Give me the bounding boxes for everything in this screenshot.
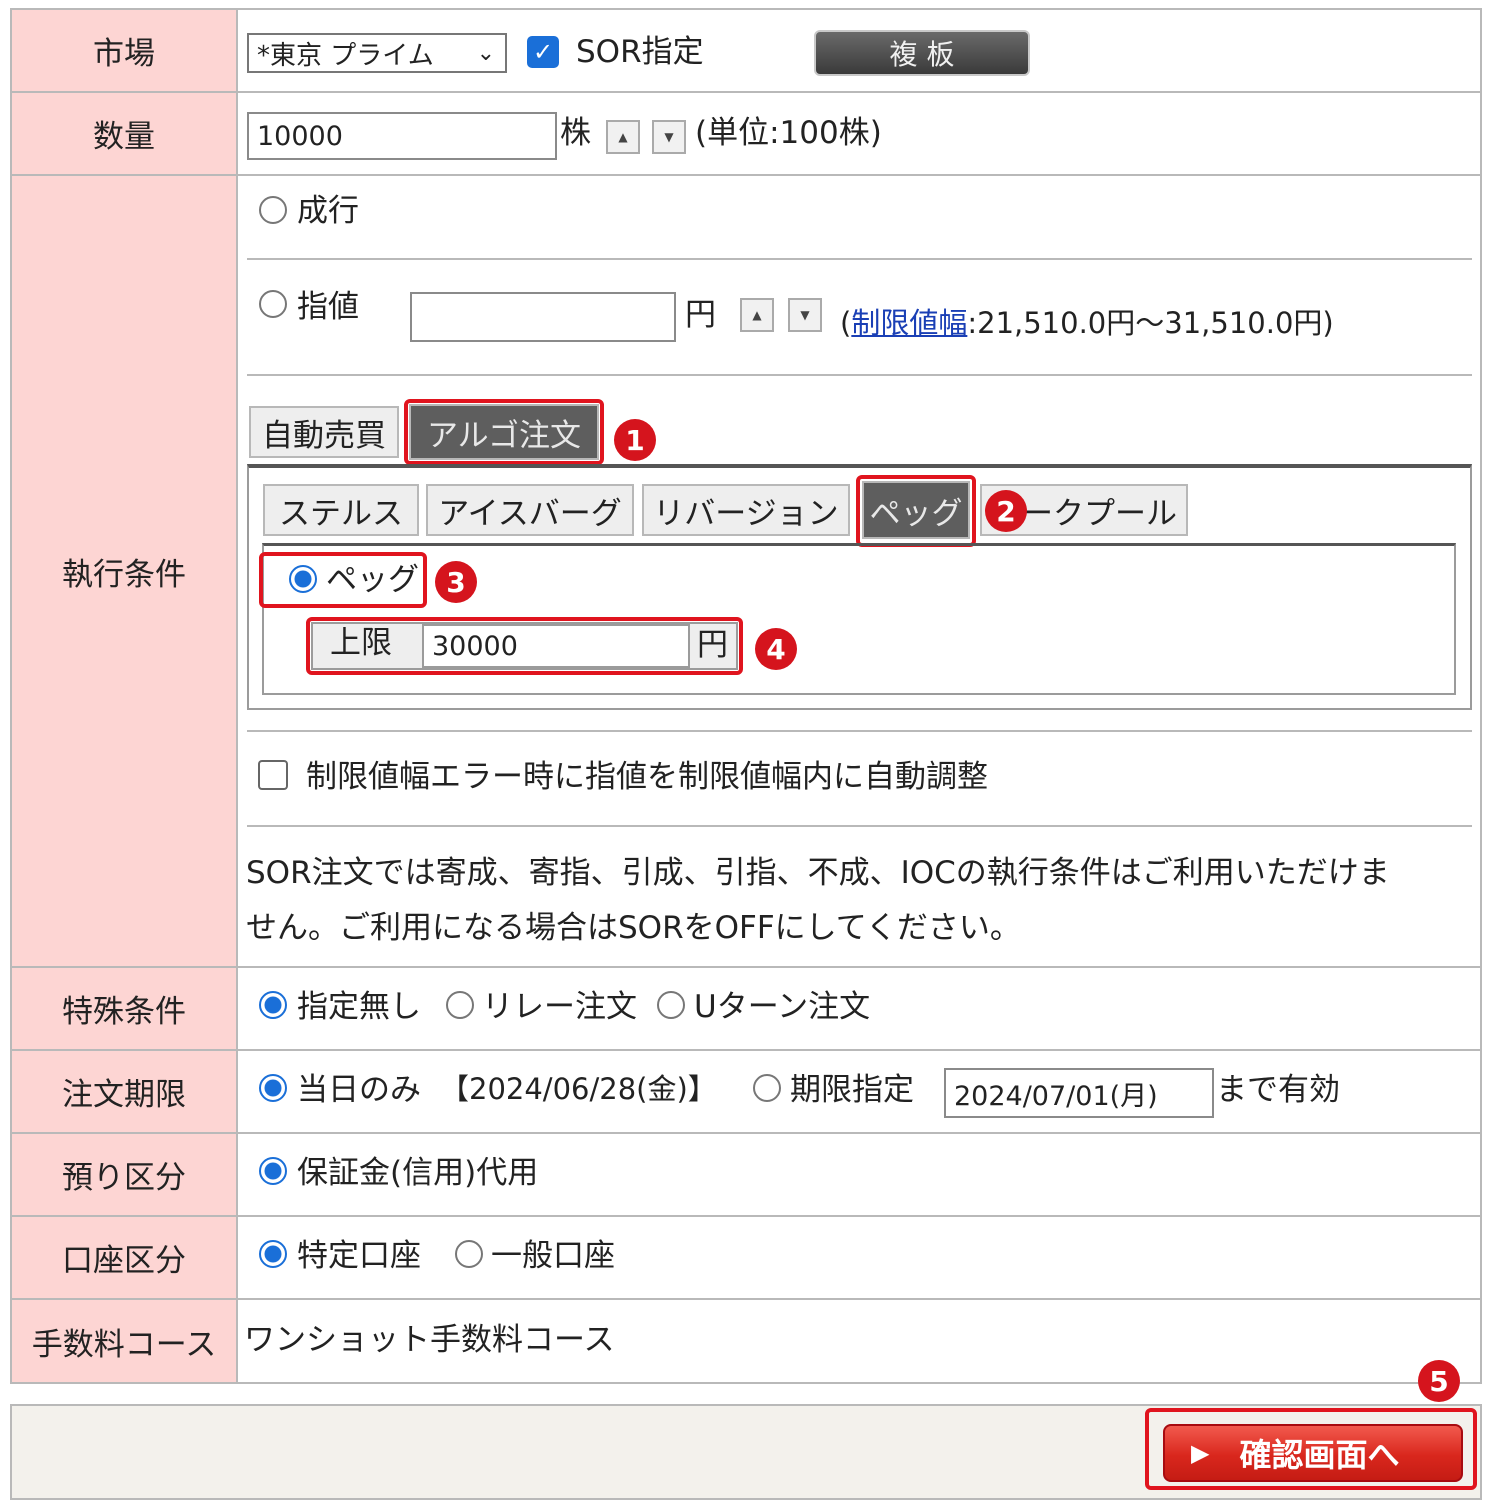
label-account: 口座区分 [12,1217,238,1298]
market-select-value: *東京 プライム [257,40,434,71]
row-divider [12,966,1480,968]
label-deposit: 預り区分 [12,1134,238,1215]
step-marker-5: 5 [1418,1360,1460,1402]
auto-adjust-label: 制限値幅エラー時に指値を制限値幅内に自動調整 [306,759,988,795]
board-button[interactable]: 複 板 [814,30,1030,76]
step-marker-2-text: 2 [996,494,1016,528]
triangle-down-icon: ▼ [664,130,674,144]
special-none-radio[interactable] [259,991,287,1019]
tab-stealth-label: ステルス [279,495,403,532]
triangle-up-icon: ▲ [752,308,762,322]
label-special: 特殊条件 [12,968,238,1049]
quantity-unit-note: (単位:100株) [695,115,882,151]
market-order-radio[interactable] [259,196,287,224]
divider [247,258,1472,260]
label-execution: 執行条件 [12,176,238,966]
row-divider [12,1215,1480,1217]
price-range-prefix: ( [840,306,852,340]
special-uturn-label: Uターン注文 [694,989,871,1025]
label-fee: 手数料コース [12,1300,238,1382]
tab-iceberg[interactable]: アイスバーグ [426,484,634,536]
quantity-down-button[interactable]: ▼ [652,120,686,154]
expiry-suffix: まで有効 [1216,1072,1340,1108]
special-relay-label: リレー注文 [482,989,637,1025]
limit-order-radio[interactable] [259,290,287,318]
price-range-info: (制限値幅:21,510.0円〜31,510.0円) [840,300,1334,342]
step-marker-5-text: 5 [1429,1364,1449,1398]
special-none-label: 指定無し [297,989,421,1025]
highlight-box-4 [306,617,743,675]
highlight-box-3 [259,552,427,608]
step-marker-4: 4 [755,628,797,670]
sor-checkbox[interactable]: ✓ [527,36,559,68]
row-divider [12,174,1480,176]
limit-order-label: 指値 [297,289,359,325]
fee-course-value: ワンショット手数料コース [244,1322,615,1358]
step-marker-3-text: 3 [446,565,466,599]
divider [247,374,1472,376]
account-specific-label: 特定口座 [297,1238,421,1274]
step-marker-4-text: 4 [766,632,786,666]
price-down-button[interactable]: ▼ [788,298,822,332]
step-marker-3: 3 [435,561,477,603]
deposit-radio[interactable] [259,1157,287,1185]
highlight-box-2 [856,475,976,547]
highlight-box-1 [404,399,604,465]
sor-note-line1: SOR注文では寄成、寄指、引成、引指、不成、IOCの執行条件はご利用いただけま [246,855,1390,891]
board-button-label: 複 板 [889,38,955,71]
divider [247,825,1472,827]
tab-stealth[interactable]: ステルス [263,484,419,536]
step-marker-1: 1 [614,419,656,461]
label-quantity: 数量 [12,93,238,174]
account-general-label: 一般口座 [491,1238,615,1274]
expiry-custom-radio[interactable] [753,1074,781,1102]
tab-auto-trade[interactable]: 自動売買 [249,406,399,458]
expiry-today-date: 【2024/06/28(金)】 [440,1072,717,1106]
deposit-label: 保証金(信用)代用 [297,1155,539,1191]
step-marker-1-text: 1 [625,423,645,457]
expiry-today-label: 当日のみ [297,1072,421,1108]
row-divider [12,1049,1480,1051]
row-divider [12,1132,1480,1134]
price-up-button[interactable]: ▲ [740,298,774,332]
quantity-up-button[interactable]: ▲ [606,120,640,154]
expiry-date-input[interactable]: 2024/07/01(月) [944,1068,1214,1118]
auto-adjust-checkbox[interactable] [258,760,288,790]
row-divider [12,1298,1480,1300]
price-range-link[interactable]: 制限値幅 [851,306,967,340]
account-specific-radio[interactable] [259,1240,287,1268]
tab-auto-trade-label: 自動売買 [262,417,386,454]
chevron-down-icon: ⌄ [476,41,495,66]
tab-iceberg-label: アイスバーグ [438,495,622,532]
quantity-value: 10000 [257,120,343,152]
limit-price-input[interactable] [410,292,676,342]
label-expiry: 注文期限 [12,1051,238,1132]
check-icon: ✓ [532,38,554,66]
market-select[interactable]: *東京 プライム ⌄ [247,33,507,73]
divider [247,730,1472,732]
tab-reversion-label: リバージョン [653,495,839,532]
sor-label: SOR指定 [576,34,704,70]
highlight-box-5 [1145,1408,1477,1490]
step-marker-2: 2 [985,490,1027,532]
label-market: 市場 [12,10,238,91]
triangle-down-icon: ▼ [800,308,810,322]
limit-price-unit: 円 [685,297,716,333]
triangle-up-icon: ▲ [618,130,628,144]
account-general-radio[interactable] [455,1240,483,1268]
expiry-date-value: 2024/07/01(月) [954,1080,1158,1112]
expiry-custom-label: 期限指定 [790,1072,914,1108]
tab-reversion[interactable]: リバージョン [642,484,850,536]
price-range-text: :21,510.0円〜31,510.0円) [967,306,1334,340]
market-order-label: 成行 [297,193,359,229]
special-uturn-radio[interactable] [657,991,685,1019]
quantity-input[interactable]: 10000 [247,112,557,160]
row-divider [12,91,1480,93]
expiry-today-radio[interactable] [259,1074,287,1102]
special-relay-radio[interactable] [446,991,474,1019]
sor-note-line2: せん。ご利用になる場合はSORをOFFにしてください。 [246,910,1021,946]
quantity-unit: 株 [560,115,591,151]
